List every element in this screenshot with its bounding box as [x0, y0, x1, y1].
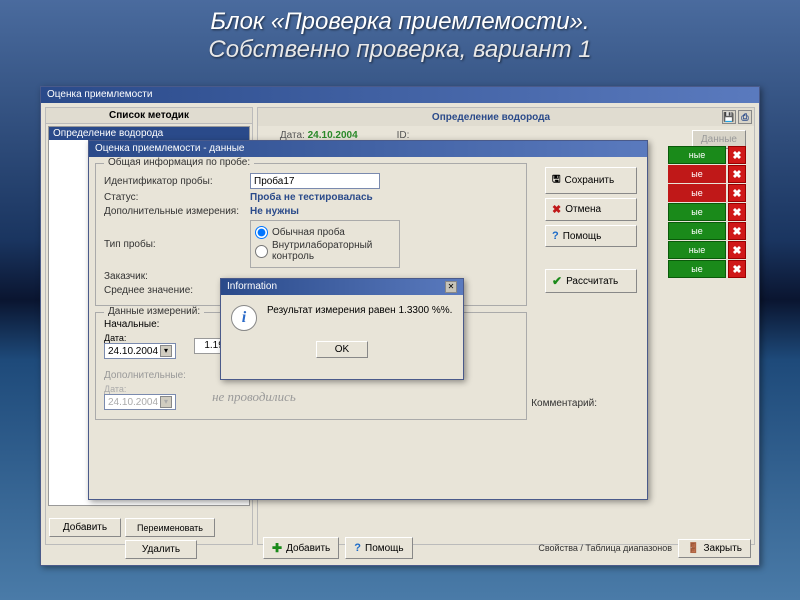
tab-item[interactable]: ые — [668, 184, 726, 202]
print-icon[interactable]: ⎙ — [738, 110, 752, 124]
save-disk-icon[interactable]: 💾 — [722, 110, 736, 124]
tab-item[interactable]: ные — [668, 241, 726, 259]
status-value: Проба не тестировалась — [250, 192, 373, 203]
ok-button[interactable]: OK — [316, 341, 368, 358]
methods-list-item-selected[interactable]: Определение водорода — [49, 127, 249, 140]
save-icon: 🖫 — [552, 172, 561, 189]
no-additional-text: не проводились — [212, 389, 296, 405]
rename-method-button[interactable]: Переименовать — [125, 518, 215, 537]
tab-item[interactable]: ые — [668, 260, 726, 278]
data-dialog-title: Оценка приемлемости - данные — [95, 143, 245, 155]
detail-panel-title: Определение водорода — [432, 112, 550, 123]
radio-control[interactable]: Внутрилабораторный контроль — [255, 240, 395, 262]
close-icon[interactable]: ✕ — [445, 281, 457, 293]
cancel-button[interactable]: ✖Отмена — [545, 198, 637, 221]
slide-title-line1: Блок «Проверка приемлемости». — [0, 8, 800, 36]
props-label[interactable]: Свойства / Таблица диапазонов — [538, 543, 672, 553]
radio-control-input[interactable] — [255, 245, 268, 258]
door-icon: 🚪 — [687, 543, 699, 554]
tab-item[interactable]: ые — [668, 222, 726, 240]
calculate-button[interactable]: ✔Рассчитать — [545, 269, 637, 293]
info-dialog: Information ✕ i Результат измерения раве… — [220, 278, 464, 380]
date-dropdown[interactable]: 24.10.2004▾ — [104, 343, 176, 359]
detail-panel-header: Определение водорода 💾 ⎙ — [258, 108, 754, 126]
bottom-bar: ✚Добавить ?Помощь Свойства / Таблица диа… — [263, 537, 751, 559]
dialog-side-buttons: 🖫Сохранить ✖Отмена ?Помощь ✔Рассчитать — [545, 167, 637, 293]
help-button[interactable]: ?Помощь — [345, 537, 412, 559]
methods-panel-header: Список методик — [46, 108, 252, 124]
info-message: Результат измерения равен 1.3300 %%. — [267, 305, 452, 316]
tab-delete-icon[interactable]: ✖ — [728, 241, 746, 259]
info-icon: i — [231, 305, 257, 331]
side-tabs: ные✖ ые✖ ые✖ ые✖ ые✖ ные✖ ые✖ — [668, 146, 746, 278]
date2-dropdown: 24.10.2004▾ — [104, 394, 176, 410]
radio-normal[interactable]: Обычная проба — [255, 226, 395, 239]
tab-delete-icon[interactable]: ✖ — [728, 184, 746, 202]
data-dialog-titlebar[interactable]: Оценка приемлемости - данные — [89, 141, 647, 157]
chevron-down-icon: ▾ — [160, 396, 172, 408]
tab-item[interactable]: ые — [668, 165, 726, 183]
date2-field-label: Дата: — [104, 384, 176, 394]
add-button[interactable]: ✚Добавить — [263, 537, 339, 559]
measurements-label: Данные измерений: — [104, 306, 204, 317]
chevron-down-icon: ▾ — [160, 345, 172, 357]
close-button[interactable]: 🚪Закрыть — [678, 539, 751, 558]
general-info-label: Общая информация по пробе: — [104, 157, 254, 168]
comment-label: Комментарий: — [531, 398, 597, 409]
slide-title-line2: Собственно проверка, вариант 1 — [0, 36, 800, 64]
tab-delete-icon[interactable]: ✖ — [728, 222, 746, 240]
extra-label: Дополнительные измерения: — [104, 206, 244, 217]
tab-item[interactable]: ные — [668, 146, 726, 164]
add-method-button[interactable]: Добавить — [49, 518, 121, 537]
tab-delete-icon[interactable]: ✖ — [728, 146, 746, 164]
info-dialog-title: Information — [227, 281, 277, 293]
extra-value: Не нужны — [250, 206, 299, 217]
main-window-title: Оценка приемлемости — [47, 89, 152, 101]
info-dialog-titlebar[interactable]: Information ✕ — [221, 279, 463, 295]
status-label: Статус: — [104, 192, 244, 203]
date-field-label: Дата: — [104, 333, 176, 343]
sample-type-radio-group: Обычная проба Внутрилабораторный контрол… — [250, 220, 400, 268]
type-label: Тип пробы: — [104, 239, 244, 250]
sample-id-input[interactable] — [250, 173, 380, 189]
check-icon: ✔ — [552, 274, 562, 288]
help-button-2[interactable]: ?Помощь — [545, 225, 637, 247]
plus-icon: ✚ — [272, 541, 282, 555]
cancel-icon: ✖ — [552, 203, 561, 216]
tab-delete-icon[interactable]: ✖ — [728, 260, 746, 278]
tab-delete-icon[interactable]: ✖ — [728, 165, 746, 183]
sample-id-label: Идентификатор пробы: — [104, 176, 244, 187]
help-icon: ? — [552, 230, 559, 242]
slide-title: Блок «Проверка приемлемости». Собственно… — [0, 0, 800, 76]
delete-method-button[interactable]: Удалить — [125, 540, 197, 559]
tab-delete-icon[interactable]: ✖ — [728, 203, 746, 221]
main-window-titlebar[interactable]: Оценка приемлемости — [41, 87, 759, 103]
save-button[interactable]: 🖫Сохранить — [545, 167, 637, 194]
help-icon: ? — [354, 542, 361, 554]
tab-item[interactable]: ые — [668, 203, 726, 221]
radio-normal-input[interactable] — [255, 226, 268, 239]
